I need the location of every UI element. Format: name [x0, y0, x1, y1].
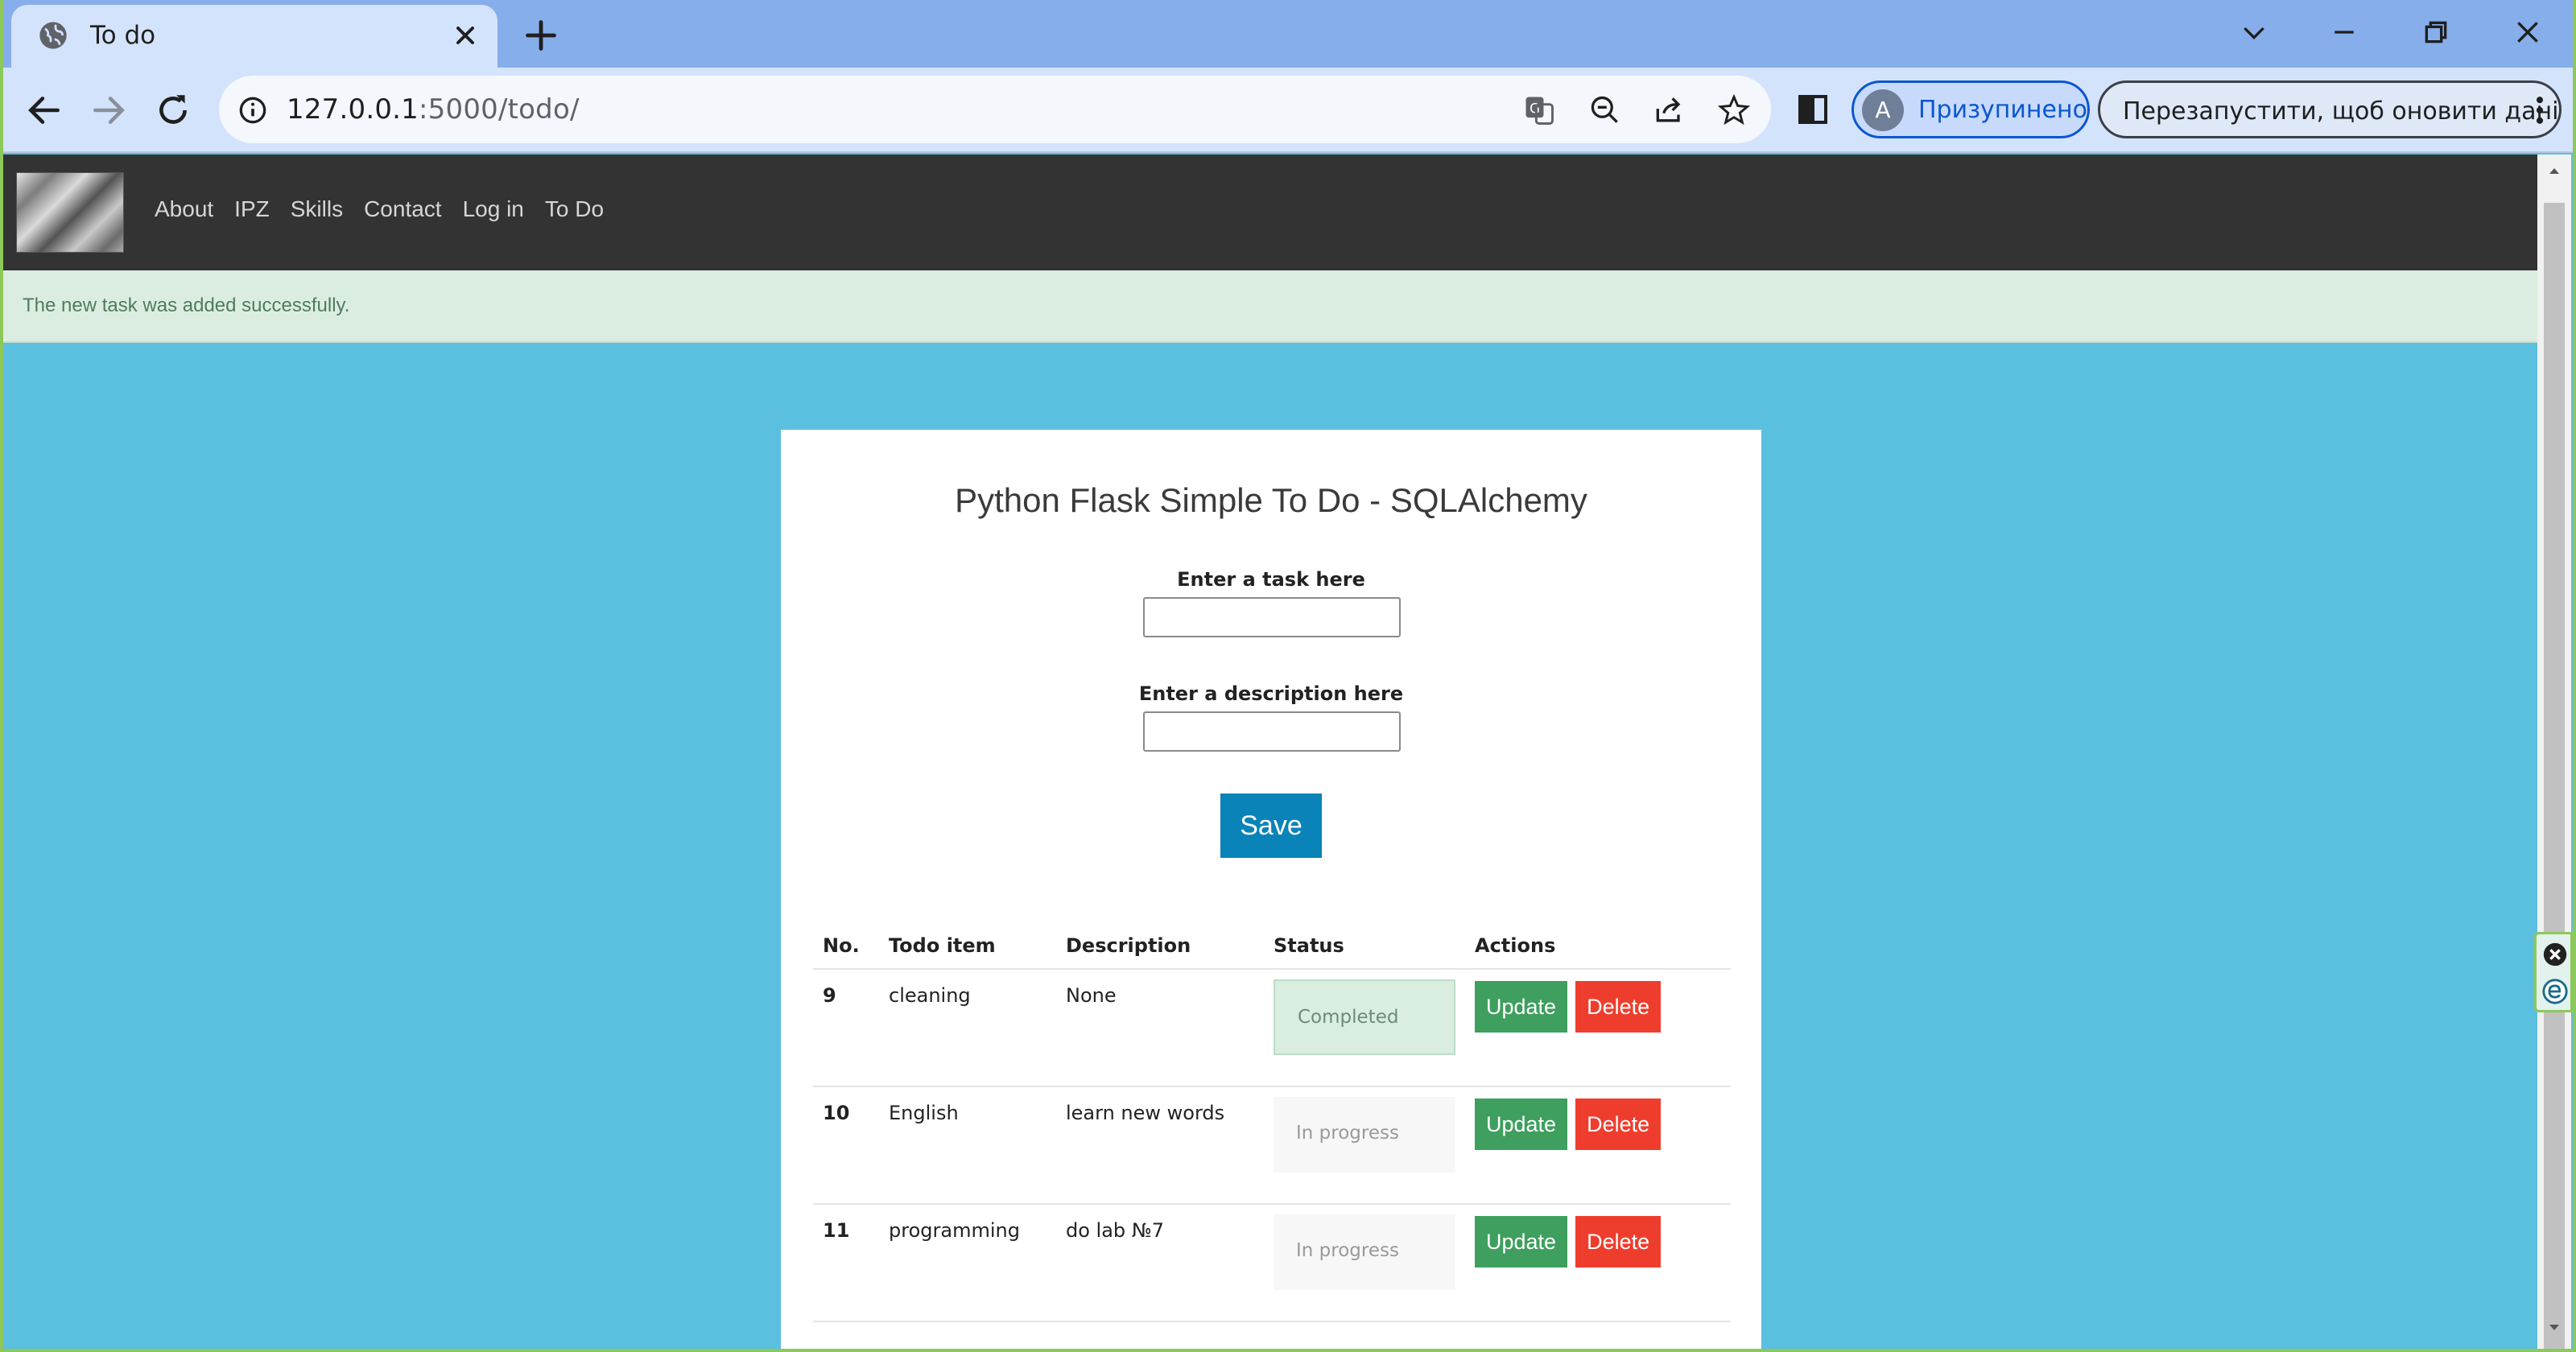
restart-button[interactable]: Перезапустити, щоб оновити дані [2098, 80, 2562, 138]
nav-link-contact[interactable]: Contact [364, 196, 442, 222]
description-label: Enter a description here [1138, 682, 1404, 705]
row-todo-item: programming [879, 1204, 1056, 1322]
header-no: No. [813, 913, 879, 970]
close-icon[interactable] [451, 21, 480, 50]
share-icon[interactable] [1652, 93, 1687, 128]
row-todo-item: English [879, 1086, 1056, 1205]
kebab-menu-icon[interactable] [2530, 93, 2549, 128]
row-number: 10 [813, 1086, 879, 1205]
chevron-down-icon[interactable] [2238, 16, 2270, 48]
row-number: 9 [813, 969, 879, 1087]
globe-icon [39, 22, 67, 49]
header-todo-item: Todo item [879, 913, 1056, 970]
translate-icon[interactable]: G [1521, 93, 1557, 128]
row-description: do lab №7 [1056, 1204, 1264, 1322]
nav-link-about[interactable]: About [155, 196, 213, 222]
plus-icon[interactable] [523, 18, 559, 53]
restore-icon[interactable] [2420, 16, 2452, 48]
table-row: 11 programming do lab №7 In progress Upd… [813, 1204, 1731, 1322]
page-title: Python Flask Simple To Do - SQLAlchemy [955, 481, 1587, 519]
delete-button[interactable]: Delete [1575, 1098, 1662, 1150]
update-button[interactable]: Update [1475, 981, 1568, 1033]
table-header-row: No. Todo item Description Status Actions [813, 913, 1731, 970]
profile-status: Призупинено [1918, 96, 2087, 124]
extension-side-widget [2534, 932, 2573, 1012]
header-status: Status [1264, 913, 1465, 970]
url-text[interactable]: 127.0.0.1:5000/todo/ [287, 93, 580, 126]
header-description: Description [1056, 913, 1264, 970]
nav-link-skills[interactable]: Skills [291, 196, 343, 222]
nav-link-login[interactable]: Log in [463, 196, 524, 222]
nav-link-todo[interactable]: To Do [545, 196, 604, 222]
delete-button[interactable]: Delete [1575, 981, 1662, 1033]
row-status-cell: In progress [1264, 1086, 1465, 1205]
back-icon[interactable] [24, 90, 64, 130]
save-button[interactable]: Save [1220, 793, 1322, 858]
row-number: 11 [813, 1204, 879, 1322]
zoom-out-icon[interactable] [1587, 93, 1623, 128]
row-status-cell: Completed [1264, 969, 1465, 1087]
flash-message: The new task was added successfully. [3, 270, 2537, 343]
description-input[interactable] [1143, 711, 1401, 752]
address-bar[interactable]: 127.0.0.1:5000/todo/ G [219, 76, 1771, 143]
site-navbar: About IPZ Skills Contact Log in To Do [3, 155, 2537, 270]
row-description: learn new words [1056, 1086, 1264, 1205]
star-icon[interactable] [1716, 93, 1752, 128]
todo-table: No. Todo item Description Status Actions… [813, 913, 1731, 1322]
task-input[interactable] [1143, 597, 1401, 637]
table-row: 9 cleaning None Completed Update Delete [813, 969, 1731, 1087]
side-panel-icon[interactable] [1794, 90, 1832, 129]
scrollbar-thumb[interactable] [2544, 203, 2565, 1352]
minimize-icon[interactable] [2328, 16, 2360, 48]
delete-button[interactable]: Delete [1575, 1216, 1662, 1268]
site-nav-links: About IPZ Skills Contact Log in To Do [155, 196, 604, 222]
nav-link-ipz[interactable]: IPZ [234, 196, 270, 222]
close-circle-icon[interactable] [2541, 941, 2569, 968]
row-actions: Update Delete [1465, 1086, 1731, 1205]
info-icon[interactable] [235, 93, 270, 128]
scroll-down-icon[interactable] [2545, 1320, 2564, 1336]
page-scrollbar[interactable] [2537, 155, 2571, 1352]
reload-icon[interactable] [153, 90, 193, 130]
avatar: A [1862, 89, 1904, 131]
extension-e-icon[interactable] [2541, 978, 2569, 1005]
table-row: 10 English learn new words In progress U… [813, 1086, 1731, 1205]
browser-toolbar: 127.0.0.1:5000/todo/ G A Призупинено Пер… [0, 68, 2576, 153]
tab-title: To do [90, 21, 156, 50]
scroll-up-icon[interactable] [2545, 163, 2564, 179]
row-actions: Update Delete [1465, 969, 1731, 1087]
status-badge: In progress [1274, 1097, 1455, 1173]
todo-card: Python Flask Simple To Do - SQLAlchemy E… [781, 430, 1761, 1352]
forward-icon[interactable] [89, 90, 129, 130]
row-description: None [1056, 969, 1264, 1087]
header-actions: Actions [1465, 913, 1731, 970]
row-status-cell: In progress [1264, 1204, 1465, 1322]
browser-titlebar: To do [0, 0, 2576, 68]
update-button[interactable]: Update [1475, 1216, 1568, 1268]
row-todo-item: cleaning [879, 969, 1056, 1087]
task-label: Enter a task here [1177, 568, 1365, 591]
row-actions: Update Delete [1465, 1204, 1731, 1322]
restart-label: Перезапустити, щоб оновити дані [2123, 97, 2559, 126]
close-window-icon[interactable] [2512, 16, 2544, 48]
profile-button[interactable]: A Призупинено [1852, 80, 2090, 138]
status-badge: Completed [1274, 979, 1455, 1055]
update-button[interactable]: Update [1475, 1098, 1568, 1150]
flash-text: The new task was added successfully. [23, 295, 350, 316]
status-badge: In progress [1274, 1214, 1455, 1290]
browser-tab[interactable]: To do [11, 5, 497, 68]
site-logo[interactable] [16, 172, 124, 253]
